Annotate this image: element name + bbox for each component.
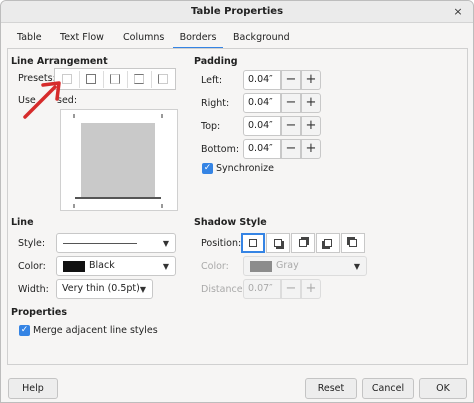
minus-icon[interactable]: − — [281, 279, 301, 299]
padding-top-input[interactable]: 0.04″ — [243, 116, 281, 136]
shadow-top-right-icon — [299, 239, 307, 247]
merge-adjacent-label: Merge adjacent line styles — [33, 325, 158, 336]
preset-top-bottom[interactable] — [129, 71, 149, 88]
preset-top-bottom-icon — [134, 74, 144, 84]
padding-bottom-label: Bottom: — [201, 144, 240, 155]
chevron-down-icon: ▼ — [353, 262, 360, 271]
preview-bottom-border — [75, 197, 161, 199]
minus-icon[interactable]: − — [281, 139, 301, 159]
line-style-dropdown[interactable]: ▼ — [56, 233, 176, 253]
chevron-down-icon: ▼ — [162, 239, 169, 248]
preset-separator — [79, 71, 80, 88]
table-properties-dialog: Table Properties × Table Text Flow Colum… — [0, 0, 474, 403]
chevron-down-icon: ▼ — [139, 285, 146, 294]
annotation-arrow-icon — [23, 81, 61, 119]
preset-left-only[interactable] — [153, 71, 173, 88]
line-width-value: Very thin (0.5pt) — [62, 283, 140, 294]
ok-button[interactable]: OK — [419, 378, 467, 399]
tab-columns[interactable]: Columns — [117, 29, 169, 49]
tab-borders[interactable]: Borders — [173, 29, 223, 49]
synchronize-checkbox[interactable]: ✓ — [202, 163, 213, 174]
user-defined-preview[interactable] — [60, 109, 178, 211]
line-width-label: Width: — [18, 284, 49, 295]
preset-left-right[interactable] — [105, 71, 125, 88]
line-color-value: Black — [89, 260, 115, 271]
presets-toolbar — [54, 68, 176, 90]
preset-left-icon — [158, 74, 168, 84]
line-width-dropdown[interactable]: Very thin (0.5pt) ▼ — [56, 279, 153, 299]
shadow-bottom-right-option[interactable] — [266, 233, 290, 253]
tab-table[interactable]: Table — [11, 29, 45, 49]
shadow-bottom-left-icon — [324, 239, 332, 247]
preset-left-right-icon — [110, 74, 120, 84]
properties-heading: Properties — [11, 307, 67, 318]
line-arrangement-heading: Line Arrangement — [11, 56, 108, 67]
plus-icon[interactable]: + — [301, 93, 321, 113]
plus-icon[interactable]: + — [301, 139, 321, 159]
padding-left-input[interactable]: 0.04″ — [243, 70, 281, 90]
shadow-bottom-right-icon — [274, 239, 282, 247]
preset-separator — [103, 71, 104, 88]
corner-marker — [161, 114, 163, 118]
color-swatch — [63, 261, 85, 272]
tab-background[interactable]: Background — [227, 29, 290, 49]
minus-icon[interactable]: − — [281, 70, 301, 90]
padding-left-label: Left: — [201, 75, 223, 86]
close-icon[interactable]: × — [451, 5, 465, 19]
shadow-bottom-left-option[interactable] — [316, 233, 340, 253]
corner-marker — [73, 204, 75, 208]
shadow-position-toolbar — [241, 233, 365, 253]
line-color-dropdown[interactable]: Black ▼ — [56, 256, 176, 276]
preset-separator — [151, 71, 152, 88]
line-color-label: Color: — [18, 261, 46, 272]
shadow-distance-input[interactable]: 0.07″ — [243, 279, 281, 299]
minus-icon[interactable]: − — [281, 93, 301, 113]
shadow-color-value: Gray — [276, 260, 299, 271]
padding-top-label: Top: — [201, 121, 221, 132]
shadow-top-right-option[interactable] — [291, 233, 315, 253]
padding-right-input[interactable]: 0.04″ — [243, 93, 281, 113]
preset-separator — [127, 71, 128, 88]
cancel-button[interactable]: Cancel — [362, 378, 414, 399]
synchronize-label: Synchronize — [216, 163, 274, 174]
line-heading: Line — [11, 217, 34, 228]
plus-icon[interactable]: + — [301, 279, 321, 299]
line-style-sample — [63, 243, 137, 244]
preset-outer-border[interactable] — [81, 71, 101, 88]
shadow-distance-label: Distance: — [201, 284, 246, 295]
corner-marker — [161, 204, 163, 208]
tab-text-flow[interactable]: Text Flow — [53, 29, 111, 49]
padding-bottom-input[interactable]: 0.04″ — [243, 139, 281, 159]
shadow-top-left-icon — [349, 239, 357, 247]
color-swatch — [250, 261, 272, 272]
shadow-none-option[interactable] — [241, 233, 265, 253]
plus-icon[interactable]: + — [301, 70, 321, 90]
plus-icon[interactable]: + — [301, 116, 321, 136]
shadow-style-heading: Shadow Style — [194, 217, 267, 228]
shadow-top-left-option[interactable] — [341, 233, 365, 253]
shadow-color-label: Color: — [201, 261, 229, 272]
title-bar: Table Properties × — [1, 1, 473, 23]
preset-outer-icon — [86, 74, 96, 84]
padding-heading: Padding — [194, 56, 238, 67]
corner-marker — [73, 114, 75, 118]
merge-adjacent-checkbox[interactable]: ✓ — [19, 325, 30, 336]
help-button[interactable]: Help — [8, 378, 58, 399]
chevron-down-icon: ▼ — [162, 262, 169, 271]
padding-right-label: Right: — [201, 98, 230, 109]
reset-button[interactable]: Reset — [305, 378, 357, 399]
shadow-position-label: Position: — [201, 238, 242, 249]
dialog-title: Table Properties — [190, 6, 284, 17]
preview-cell — [81, 123, 155, 197]
minus-icon[interactable]: − — [281, 116, 301, 136]
shadow-color-dropdown[interactable]: Gray ▼ — [243, 256, 367, 276]
shadow-none-icon — [249, 239, 257, 247]
line-style-label: Style: — [18, 238, 46, 249]
